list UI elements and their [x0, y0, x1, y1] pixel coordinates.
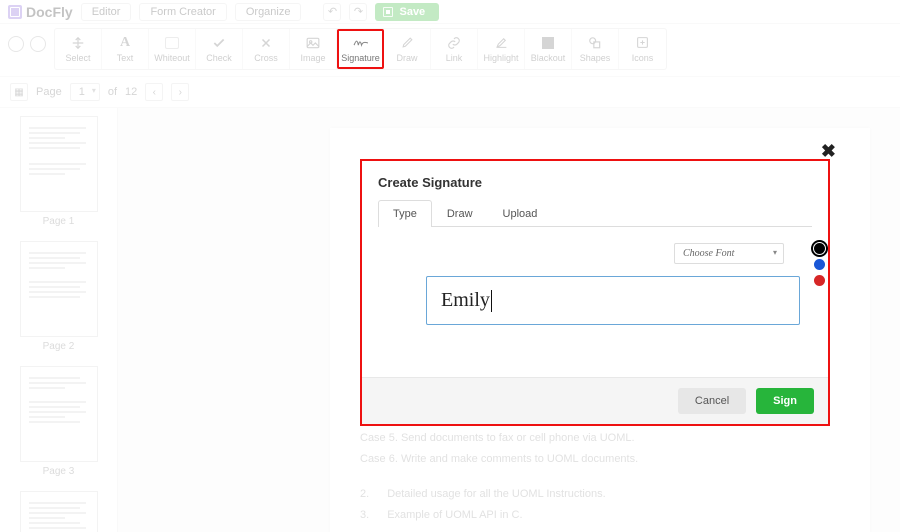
thumbnail[interactable]: [20, 491, 98, 532]
page-prev[interactable]: ‹: [145, 83, 163, 101]
save-button[interactable]: Save: [375, 3, 439, 21]
zoom-in-icon[interactable]: [8, 36, 24, 52]
page-next[interactable]: ›: [171, 83, 189, 101]
doc-line: Case 5. Send documents to fax or cell ph…: [360, 428, 840, 449]
thumbnail-panel[interactable]: Page 1 Page 2 Page 3 Page 4: [0, 108, 118, 532]
color-swatches: [814, 243, 825, 286]
tool-draw[interactable]: Draw: [384, 29, 431, 69]
tab-type[interactable]: Type: [378, 200, 432, 227]
undo-button[interactable]: ↶: [323, 3, 341, 21]
thumb-caption: Page 1: [10, 216, 107, 227]
link-icon: [446, 36, 462, 50]
text-icon: A: [117, 36, 133, 50]
tab-editor[interactable]: Editor: [81, 3, 132, 21]
highlight-icon: [493, 36, 509, 50]
tool-blackout[interactable]: Blackout: [525, 29, 572, 69]
color-black[interactable]: [814, 243, 825, 254]
toolbar: Select AText Whiteout Check Cross Image …: [54, 28, 667, 70]
signature-value: Emily: [441, 289, 490, 311]
tool-image[interactable]: Image: [290, 29, 337, 69]
page-of: of: [108, 86, 117, 98]
topbar: DocFly Editor Form Creator Organize ↶ ↷ …: [0, 0, 900, 24]
modal-tabs: Type Draw Upload: [378, 200, 812, 227]
cross-icon: [258, 36, 274, 50]
tool-row: Select AText Whiteout Check Cross Image …: [0, 24, 900, 77]
page-bar: ▦ Page 1 of 12 ‹ ›: [0, 77, 900, 108]
plus-square-icon: [635, 36, 651, 50]
tab-upload[interactable]: Upload: [488, 200, 553, 227]
zoom-controls: [8, 28, 46, 52]
caret-icon: [491, 290, 492, 312]
tool-link[interactable]: Link: [431, 29, 478, 69]
tab-organize[interactable]: Organize: [235, 3, 302, 21]
modal-footer: Cancel Sign: [362, 377, 828, 424]
modal-body: Choose Font Emily: [362, 227, 828, 377]
thumb-caption: Page 2: [10, 341, 107, 352]
doc-line: 2.Detailed usage for all the UOML Instru…: [360, 484, 840, 505]
brand-name: DocFly: [26, 4, 73, 20]
tool-select[interactable]: Select: [55, 29, 102, 69]
blackout-icon: [540, 36, 556, 50]
image-icon: [305, 36, 321, 50]
page-select[interactable]: 1: [70, 83, 100, 101]
zoom-out-icon[interactable]: [30, 36, 46, 52]
whiteout-icon: [164, 36, 180, 50]
thumb-caption: Page 3: [10, 466, 107, 477]
shapes-icon: [587, 36, 603, 50]
tool-cross[interactable]: Cross: [243, 29, 290, 69]
page-total: 12: [125, 86, 137, 98]
tool-check[interactable]: Check: [196, 29, 243, 69]
tool-text[interactable]: AText: [102, 29, 149, 69]
tool-shapes[interactable]: Shapes: [572, 29, 619, 69]
tool-whiteout[interactable]: Whiteout: [149, 29, 196, 69]
sign-button[interactable]: Sign: [756, 388, 814, 414]
tab-draw[interactable]: Draw: [432, 200, 488, 227]
brand-logo-icon: [8, 5, 22, 19]
cancel-button[interactable]: Cancel: [678, 388, 746, 414]
check-icon: [211, 36, 227, 50]
save-icon: [383, 7, 393, 17]
color-blue[interactable]: [814, 259, 825, 270]
signature-icon: [353, 36, 369, 50]
save-label: Save: [399, 6, 425, 18]
modal-title: Create Signature: [362, 161, 828, 200]
page-label: Page: [36, 86, 62, 98]
tool-highlight[interactable]: Highlight: [478, 29, 525, 69]
doc-line: 3.Example of UOML API in C.: [360, 505, 840, 526]
brand: DocFly: [8, 4, 73, 20]
create-signature-modal: ✖ Create Signature Type Draw Upload Choo…: [360, 159, 830, 426]
tool-signature[interactable]: Signature: [337, 29, 384, 69]
color-red[interactable]: [814, 275, 825, 286]
redo-button[interactable]: ↷: [349, 3, 367, 21]
app-root: DocFly Editor Form Creator Organize ↶ ↷ …: [0, 0, 900, 532]
move-icon: [70, 36, 86, 50]
tab-form-creator[interactable]: Form Creator: [139, 3, 226, 21]
thumbnail[interactable]: [20, 241, 98, 337]
doc-line: Case 6. Write and make comments to UOML …: [360, 449, 840, 470]
grid-view-icon[interactable]: ▦: [10, 83, 28, 101]
signature-input[interactable]: Emily: [426, 276, 800, 325]
pencil-icon: [399, 36, 415, 50]
thumbnail[interactable]: [20, 366, 98, 462]
thumbnail[interactable]: [20, 116, 98, 212]
tool-icons[interactable]: Icons: [619, 29, 666, 69]
font-select[interactable]: Choose Font: [674, 243, 784, 264]
close-icon[interactable]: ✖: [821, 141, 836, 162]
